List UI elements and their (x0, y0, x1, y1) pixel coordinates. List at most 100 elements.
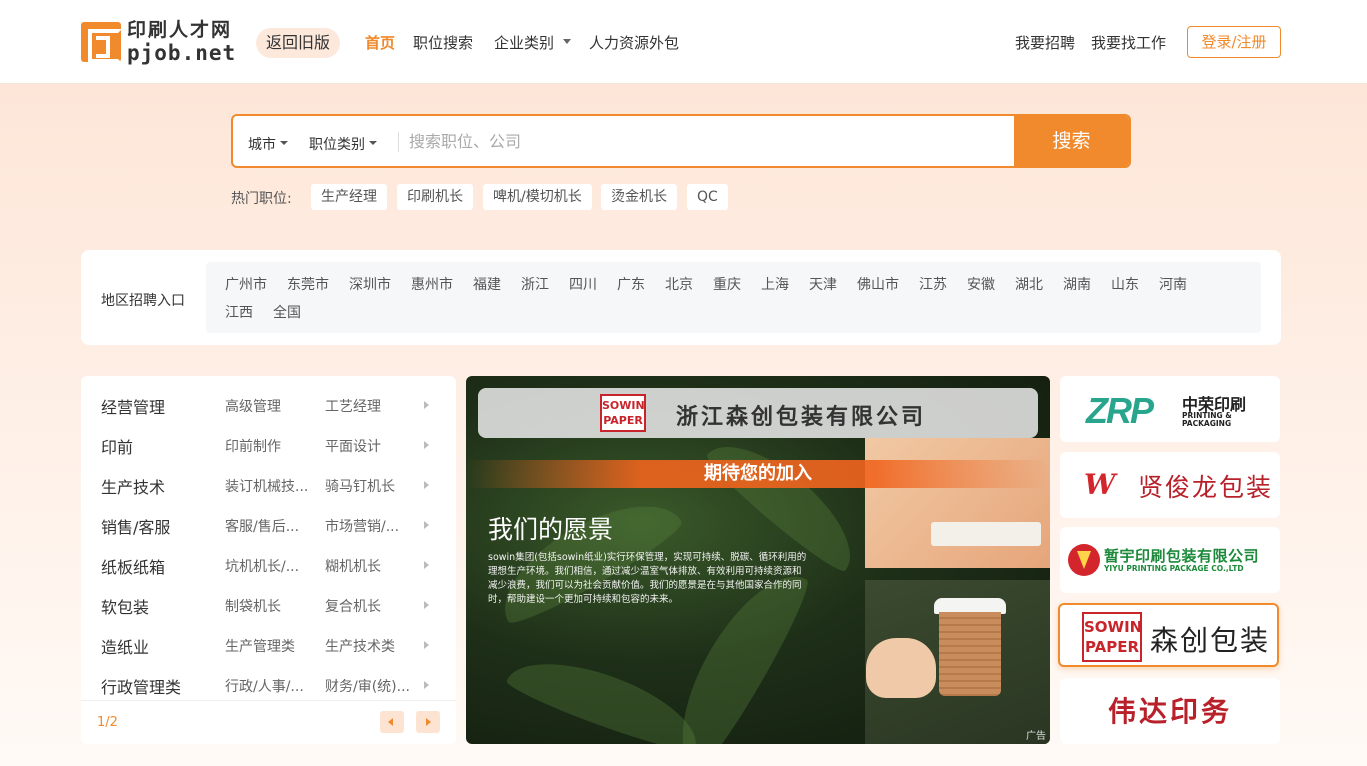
category-main[interactable]: 造纸业 (101, 634, 149, 658)
category-sub[interactable]: 平面设计 (325, 436, 381, 456)
zrp-tagline: PRINTING & PACKAGING (1182, 411, 1232, 428)
region-item[interactable]: 江西 (225, 302, 253, 322)
category-main[interactable]: 软包装 (101, 594, 149, 618)
sponsor-weida[interactable]: 伟达印务 (1060, 678, 1280, 744)
category-row[interactable]: 软包装 制袋机长 复合机长 (81, 580, 456, 620)
category-main[interactable]: 生产技术 (101, 474, 165, 498)
divider (398, 132, 399, 152)
nav-company-category[interactable]: 企业类别 (494, 32, 554, 53)
xianjunlong-name: 贤俊龙包装 (1138, 473, 1274, 502)
region-label: 地区招聘入口 (101, 293, 185, 309)
old-version-button[interactable]: 返回旧版 (256, 28, 340, 58)
category-sub[interactable]: 装订机械技... (225, 476, 308, 496)
sponsor-zrp[interactable]: ZRP 中荣印刷 PRINTING & PACKAGING (1060, 376, 1280, 442)
chevron-right-icon (424, 521, 429, 529)
hot-tag[interactable]: 啤机/模切机长 (483, 184, 592, 210)
region-item[interactable]: 惠州市 (411, 274, 453, 294)
hot-tag[interactable]: 印刷机长 (397, 184, 473, 210)
search-input[interactable] (409, 122, 1009, 160)
hot-tag[interactable]: QC (687, 184, 728, 210)
region-item[interactable]: 东莞市 (287, 274, 329, 294)
category-sub[interactable]: 财务/审(统)... (325, 676, 410, 696)
header: 印刷人才网 pjob.net 返回旧版 首页 职位搜索 企业类别 人力资源外包 … (0, 0, 1367, 84)
category-sub[interactable]: 市场营销/... (325, 516, 399, 536)
prev-page-button[interactable] (380, 711, 404, 733)
sowin-name: 森创包装 (1150, 624, 1271, 657)
office-photo (865, 438, 1050, 568)
leaf-decoration (503, 643, 709, 744)
zrp-logo: ZRP (1086, 390, 1154, 431)
hot-tag[interactable]: 生产经理 (311, 184, 387, 210)
next-page-button[interactable] (416, 711, 440, 733)
chevron-right-icon (424, 481, 429, 489)
hot-tag[interactable]: 烫金机长 (601, 184, 677, 210)
chevron-down-icon[interactable] (369, 141, 377, 145)
region-item[interactable]: 江苏 (919, 274, 947, 294)
category-sub[interactable]: 生产技术类 (325, 636, 395, 656)
region-item[interactable]: 天津 (809, 274, 837, 294)
nav-hr-outsourcing[interactable]: 人力资源外包 (589, 32, 679, 53)
region-item[interactable]: 重庆 (713, 274, 741, 294)
find-job-link[interactable]: 我要找工作 (1091, 32, 1166, 53)
recruit-link[interactable]: 我要招聘 (1015, 32, 1075, 53)
site-logo[interactable]: 印刷人才网 pjob.net (81, 20, 241, 64)
sponsor-yiyu[interactable]: 暂宇印刷包装有限公司 YIYU PRINTING PACKAGE CO.,LTD (1060, 527, 1280, 593)
region-item[interactable]: 广东 (617, 274, 645, 294)
chevron-down-icon[interactable] (563, 39, 571, 44)
vision-title: 我们的愿景 (488, 515, 614, 544)
category-row[interactable]: 行政管理类 行政/人事/... 财务/审(统)... (81, 660, 456, 700)
region-item[interactable]: 广州市 (225, 274, 267, 294)
category-sub[interactable]: 高级管理 (225, 396, 281, 416)
category-row[interactable]: 生产技术 装订机械技... 骑马钉机长 (81, 460, 456, 500)
category-sub[interactable]: 坑机机长/... (225, 556, 299, 576)
category-main[interactable]: 印前 (101, 434, 133, 458)
category-sub[interactable]: 生产管理类 (225, 636, 295, 656)
category-sub[interactable]: 客服/售后... (225, 516, 299, 536)
category-sub[interactable]: 糊机机长 (325, 556, 381, 576)
sowin-logo: SOWIN PAPER (1082, 612, 1142, 662)
city-select[interactable]: 城市 (248, 134, 276, 154)
ad-banner[interactable]: SOWIN PAPER 浙江森创包装有限公司 期待您的加入 我们的愿景 sowi… (466, 376, 1050, 744)
region-item[interactable]: 上海 (761, 274, 789, 294)
region-item[interactable]: 福建 (473, 274, 501, 294)
region-item[interactable]: 湖南 (1063, 274, 1091, 294)
region-item[interactable]: 深圳市 (349, 274, 391, 294)
chevron-right-icon (424, 601, 429, 609)
region-item[interactable]: 安徽 (967, 274, 995, 294)
category-main[interactable]: 行政管理类 (101, 674, 181, 698)
nav-job-search[interactable]: 职位搜索 (413, 32, 473, 53)
category-sub[interactable]: 复合机长 (325, 596, 381, 616)
region-item[interactable]: 河南 (1159, 274, 1187, 294)
nav-home[interactable]: 首页 (365, 32, 395, 53)
category-sub[interactable]: 印前制作 (225, 436, 281, 456)
category-sub[interactable]: 制袋机长 (225, 596, 281, 616)
region-item[interactable]: 山东 (1111, 274, 1139, 294)
category-row[interactable]: 印前 印前制作 平面设计 (81, 420, 456, 460)
category-row[interactable]: 销售/客服 客服/售后... 市场营销/... (81, 500, 456, 540)
category-row[interactable]: 经营管理 高级管理 工艺经理 (81, 380, 456, 420)
region-item[interactable]: 北京 (665, 274, 693, 294)
region-item[interactable]: 全国 (273, 302, 301, 322)
category-row[interactable]: 纸板纸箱 坑机机长/... 糊机机长 (81, 540, 456, 580)
chevron-down-icon[interactable] (280, 141, 288, 145)
category-sub[interactable]: 行政/人事/... (225, 676, 304, 696)
region-item[interactable]: 浙江 (521, 274, 549, 294)
category-main[interactable]: 销售/客服 (101, 514, 170, 538)
region-list: 广州市 东莞市 深圳市 惠州市 福建 浙江 四川 广东 北京 重庆 上海 天津 … (206, 262, 1261, 333)
sponsor-xianjunlong[interactable]: W 贤俊龙包装 (1060, 452, 1280, 518)
category-sub[interactable]: 工艺经理 (325, 396, 381, 416)
category-main[interactable]: 经营管理 (101, 394, 165, 418)
region-item[interactable]: 佛山市 (857, 274, 899, 294)
category-sub[interactable]: 骑马钉机长 (325, 476, 395, 496)
region-item[interactable]: 四川 (569, 274, 597, 294)
category-main[interactable]: 纸板纸箱 (101, 554, 165, 578)
region-item[interactable]: 湖北 (1015, 274, 1043, 294)
hot-jobs-label: 热门职位: (231, 191, 292, 207)
job-category-select[interactable]: 职位类别 (309, 134, 365, 154)
login-register-button[interactable]: 登录/注册 (1187, 26, 1281, 58)
category-row[interactable]: 造纸业 生产管理类 生产技术类 (81, 620, 456, 660)
search-button[interactable]: 搜索 (1014, 116, 1129, 166)
sponsor-sowin[interactable]: SOWIN PAPER 森创包装 (1058, 603, 1279, 667)
chevron-right-icon (424, 441, 429, 449)
ad-tag: 广告 (1026, 731, 1046, 742)
